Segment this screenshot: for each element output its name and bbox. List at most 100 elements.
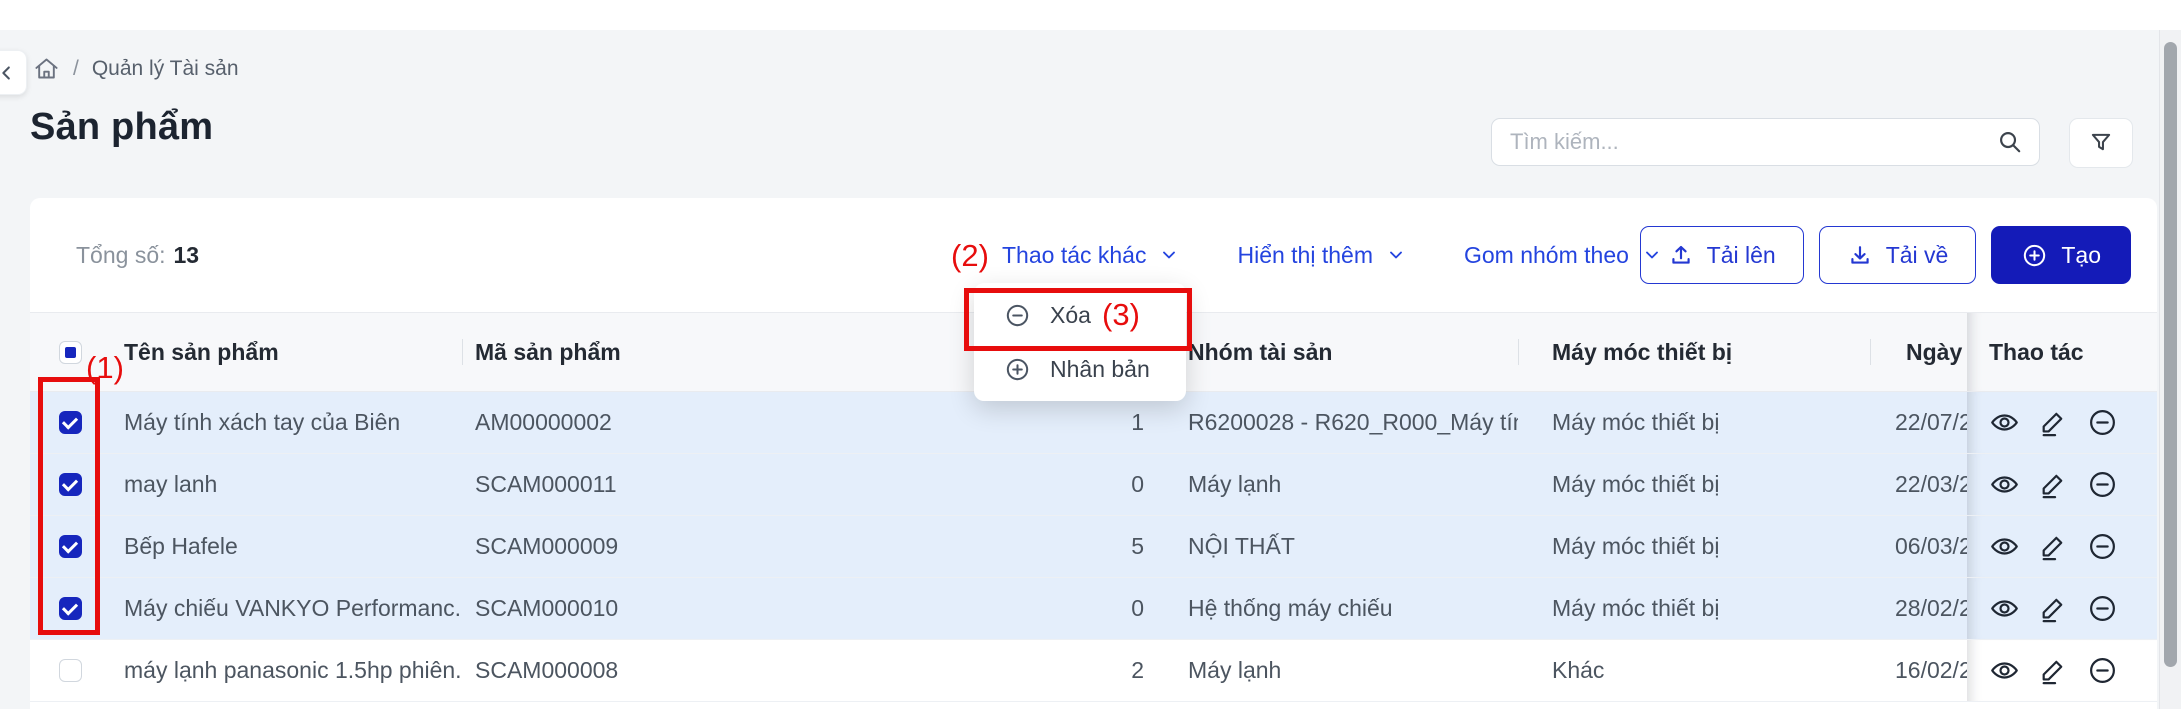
machine-type: Máy móc thiết bị	[1552, 409, 1720, 435]
dropdown-item-duplicate-label: Nhân bản	[1050, 355, 1150, 382]
remove-minus-circle-icon[interactable]	[2087, 407, 2118, 438]
row-date: 28/02/2	[1895, 595, 1967, 621]
row-checkbox[interactable]	[58, 411, 82, 434]
search-box	[1491, 118, 2040, 166]
row-checkbox-cell	[30, 392, 110, 453]
home-icon[interactable]	[33, 55, 60, 82]
table-row[interactable]: Bếp Hafele SCAM000009 5 NỘI THẤT Máy móc…	[30, 516, 2157, 578]
row-checkbox-cell	[30, 516, 110, 577]
table-row[interactable]: may lanh SCAM000011 0 Máy lạnh Máy móc t…	[30, 454, 2157, 516]
view-eye-icon[interactable]	[1989, 469, 2020, 500]
download-button[interactable]: Tải về	[1818, 226, 1977, 284]
edit-pencil-icon[interactable]	[2038, 531, 2069, 562]
row-actions	[1967, 516, 2157, 577]
asset-management-page: / Quản lý Tài sản Sản phẩm Tổng số: 13 T…	[0, 0, 2181, 709]
product-name: Bếp Hafele	[124, 533, 238, 559]
total-value: 13	[173, 241, 200, 268]
view-eye-icon[interactable]	[1989, 593, 2020, 624]
total-count: Tổng số: 13	[76, 242, 199, 269]
row-actions	[1967, 454, 2157, 515]
product-code: AM00000002	[475, 409, 612, 435]
row-checkbox[interactable]	[58, 535, 82, 558]
filter-button[interactable]	[2069, 118, 2133, 168]
dropdown-item-delete-label: Xóa	[1050, 301, 1091, 328]
breadcrumb-item-asset-management[interactable]: Quản lý Tài sản	[92, 57, 239, 81]
sidebar-collapse-button[interactable]	[0, 50, 27, 95]
header-machine-type[interactable]: Máy móc thiết bị	[1518, 313, 1870, 391]
more-actions-dropdown: Xóa Nhân bản	[974, 283, 1186, 401]
remove-minus-circle-icon[interactable]	[2087, 469, 2118, 500]
vertical-scrollbar[interactable]	[2159, 30, 2181, 709]
edit-pencil-icon[interactable]	[2038, 593, 2069, 624]
toolbar-actions: Tải lên Tải về Tạo	[1639, 226, 2131, 284]
plus-circle-icon	[1004, 356, 1031, 383]
remove-minus-circle-icon[interactable]	[2087, 655, 2118, 686]
menu-show-more-label: Hiển thị thêm	[1237, 241, 1373, 268]
create-button[interactable]: Tạo	[1991, 226, 2131, 284]
product-quantity: 0	[1131, 471, 1144, 497]
menu-group-by-label: Gom nhóm theo	[1463, 241, 1629, 268]
partial-next-row	[30, 702, 2157, 709]
row-checkbox[interactable]	[58, 659, 82, 682]
dropdown-item-delete[interactable]: Xóa	[974, 288, 1186, 342]
annotation-label-2: (2)	[951, 238, 989, 273]
header-actions: Thao tác	[1967, 313, 2157, 391]
scrollbar-thumb[interactable]	[2164, 42, 2177, 667]
table-row[interactable]: Máy chiếu VANKYO Performanc... SCAM00001…	[30, 578, 2157, 640]
annotation-label-1: (1)	[86, 350, 124, 385]
menu-show-more[interactable]: Hiển thị thêm	[1237, 242, 1406, 269]
machine-type: Máy móc thiết bị	[1552, 533, 1720, 559]
row-checkbox-cell	[30, 578, 110, 639]
row-date: 22/03/2	[1895, 471, 1967, 497]
menu-more-actions[interactable]: Thao tác khác	[1002, 242, 1179, 269]
plus-circle-icon	[2021, 242, 2048, 269]
table-row[interactable]: máy lạnh panasonic 1.5hp phiên... SCAM00…	[30, 640, 2157, 702]
asset-group: Máy lạnh	[1188, 657, 1282, 683]
top-strip	[0, 0, 2181, 30]
breadcrumb-separator: /	[73, 56, 79, 80]
row-actions	[1967, 640, 2157, 701]
table-row[interactable]: Máy tính xách tay của Biên AM00000002 1 …	[30, 392, 2157, 454]
upload-button[interactable]: Tải lên	[1639, 226, 1804, 284]
upload-icon	[1668, 242, 1694, 268]
annotation-label-3: (3)	[1102, 297, 1140, 332]
header-asset-group[interactable]: Nhóm tài sản	[1160, 313, 1518, 391]
asset-group: NỘI THẤT	[1188, 533, 1295, 559]
minus-circle-icon	[1004, 302, 1031, 329]
dropdown-item-duplicate[interactable]: Nhân bản	[974, 342, 1186, 396]
row-date: 22/07/2	[1895, 409, 1967, 435]
edit-pencil-icon[interactable]	[2038, 469, 2069, 500]
row-checkbox-cell	[30, 640, 110, 701]
row-checkbox[interactable]	[58, 597, 82, 620]
product-quantity: 5	[1131, 533, 1144, 559]
product-quantity: 2	[1131, 657, 1144, 683]
product-quantity: 0	[1131, 595, 1144, 621]
view-eye-icon[interactable]	[1989, 531, 2020, 562]
edit-pencil-icon[interactable]	[2038, 407, 2069, 438]
remove-minus-circle-icon[interactable]	[2087, 593, 2118, 624]
download-icon	[1847, 242, 1873, 268]
product-name: Máy chiếu VANKYO Performanc...	[124, 595, 462, 621]
product-quantity: 1	[1131, 409, 1144, 435]
chevron-down-icon	[1386, 245, 1406, 265]
menu-group-by[interactable]: Gom nhóm theo	[1464, 242, 1662, 269]
chevron-down-icon	[1642, 245, 1662, 265]
view-eye-icon[interactable]	[1989, 655, 2020, 686]
header-date[interactable]: Ngày	[1870, 313, 1967, 391]
view-eye-icon[interactable]	[1989, 407, 2020, 438]
row-checkbox[interactable]	[58, 473, 82, 496]
remove-minus-circle-icon[interactable]	[2087, 531, 2118, 562]
products-card: Tổng số: 13 Thao tác khác Hiển thị thêm …	[30, 198, 2157, 709]
product-code: SCAM000010	[475, 595, 619, 621]
asset-group: R6200028 - R620_R000_Máy tín...	[1188, 409, 1518, 435]
search-input[interactable]	[1492, 119, 1997, 165]
edit-pencil-icon[interactable]	[2038, 655, 2069, 686]
machine-type: Khác	[1552, 657, 1605, 683]
header-product-code[interactable]: Mã sản phẩm	[462, 313, 792, 391]
select-all-checkbox[interactable]	[58, 340, 82, 364]
header-product-name[interactable]: Tên sản phẩm	[110, 313, 462, 391]
search-icon[interactable]	[1997, 129, 2023, 155]
menu-more-actions-label: Thao tác khác	[1002, 241, 1147, 268]
row-date: 16/02/2	[1895, 657, 1967, 683]
asset-group: Hệ thống máy chiếu	[1188, 595, 1393, 621]
